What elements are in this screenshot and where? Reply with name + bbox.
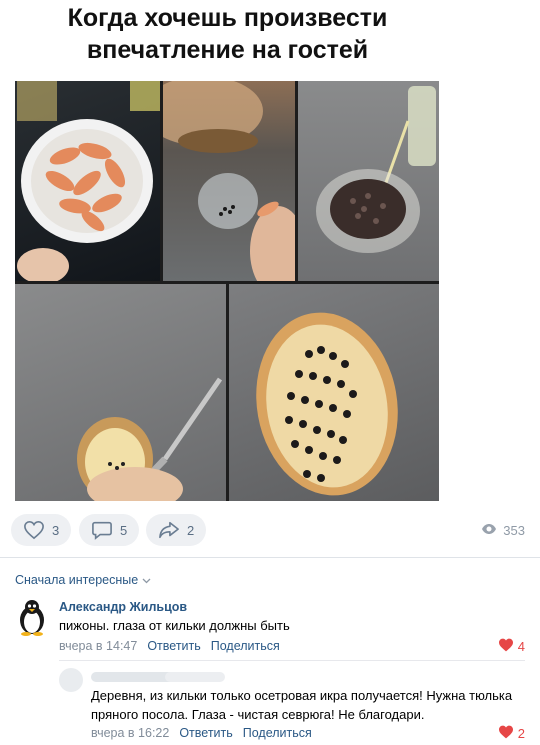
post-title-line-2: впечатление на гостей (86, 36, 369, 64)
photo-panel-pour-oil (298, 81, 439, 281)
photo-panel-shrimp-plate (15, 81, 160, 281)
comment-text: пижоны. глаза от кильки должны быть (59, 618, 290, 633)
views-counter: 353 (481, 523, 525, 538)
share-link[interactable]: Поделиться (211, 639, 280, 653)
post-title-line-1: Когда хочешь произвести (67, 4, 388, 32)
reply-text: Деревня, из кильки только осетровая икра… (91, 688, 513, 722)
share-button[interactable]: 2 (146, 514, 207, 546)
comment-like-button[interactable]: 4 (498, 638, 525, 655)
chevron-down-icon (142, 573, 151, 587)
reply-button[interactable]: Ответить (147, 639, 200, 653)
comment-icon (91, 520, 113, 540)
eye-icon (481, 523, 497, 538)
reply-author-blurred-extra (165, 672, 225, 682)
comments-sort-dropdown[interactable]: Сначала интересные (15, 573, 151, 587)
heart-filled-icon (498, 725, 514, 742)
like-count: 3 (52, 522, 60, 538)
comment-author[interactable]: Александр Жильцов (59, 600, 187, 614)
comment-meta: вчера в 14:47 Ответить Поделиться (59, 639, 280, 653)
reply-meta: вчера в 16:22 Ответить Поделиться (91, 726, 312, 740)
comments-sort-label: Сначала интересные (15, 573, 139, 587)
avatar[interactable] (15, 598, 49, 636)
reply-avatar[interactable] (59, 668, 83, 692)
comment-button[interactable]: 5 (79, 514, 140, 546)
photo-panel-spread (15, 284, 226, 501)
like-button[interactable]: 3 (11, 514, 72, 546)
share-count: 2 (187, 522, 195, 538)
divider (0, 557, 540, 558)
comment-like-count: 4 (517, 639, 525, 654)
photo-panel-eye-bowl (163, 81, 295, 281)
reply-divider (59, 660, 525, 661)
reply-share-link[interactable]: Поделиться (243, 726, 312, 740)
share-icon (158, 520, 180, 540)
heart-filled-icon (498, 638, 514, 655)
views-count: 353 (503, 523, 525, 538)
photo-panel-caviar-bread (229, 284, 439, 501)
post-photo-collage[interactable] (15, 81, 439, 501)
comment-count: 5 (120, 522, 128, 538)
comment-time[interactable]: вчера в 14:47 (59, 639, 137, 653)
reply-time[interactable]: вчера в 16:22 (91, 726, 169, 740)
penguin-icon (20, 600, 44, 636)
reply-like-button[interactable]: 2 (498, 725, 525, 742)
reply-like-count: 2 (517, 726, 525, 741)
reply-reply-button[interactable]: Ответить (179, 726, 232, 740)
heart-icon (23, 520, 45, 540)
post-actions-bar: 3 5 2 353 (0, 505, 540, 555)
post-title: Когда хочешь произвести впечатление на г… (0, 2, 455, 66)
